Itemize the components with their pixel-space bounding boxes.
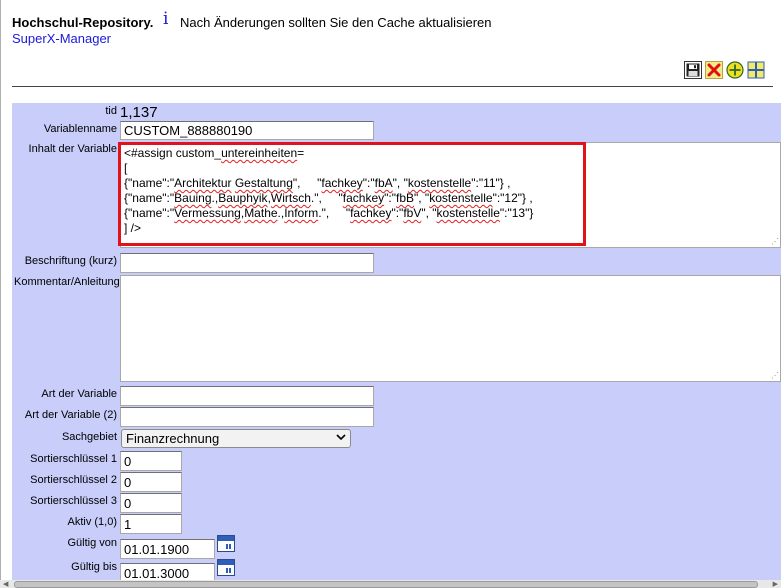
resize-grip-icon[interactable]: ⋰ <box>771 238 779 246</box>
scroll-right-icon[interactable]: ▶ <box>773 580 778 588</box>
comment-label: Kommentar/Anleitung <box>14 276 120 288</box>
varname-label: Variablenname <box>43 123 117 135</box>
varname-input[interactable] <box>120 121 374 140</box>
area-select-value: Finanzrechnung <box>126 431 220 446</box>
calendar-icon[interactable] <box>217 535 235 552</box>
sort2-input[interactable] <box>120 472 182 492</box>
cache-notice: Nach Änderungen sollten Sie den Cache ak… <box>180 15 492 30</box>
delete-icon <box>707 63 721 77</box>
sort1-label: Sortierschlüssel 1 <box>30 453 117 465</box>
add-icon <box>726 61 744 79</box>
caption-input[interactable] <box>120 253 374 273</box>
tid-label: tid <box>105 105 117 117</box>
superx-manager-link[interactable]: SuperX-Manager <box>12 31 111 46</box>
tid-value: 1,137 <box>120 104 158 121</box>
page-left-border <box>0 0 1 588</box>
type-input[interactable] <box>120 386 374 406</box>
grid-icon <box>747 61 765 79</box>
type2-input[interactable] <box>120 407 374 427</box>
resize-grip-icon[interactable]: ⋰ <box>771 372 779 380</box>
add-button[interactable] <box>726 61 744 79</box>
type-label: Art der Variable <box>41 388 117 400</box>
toolbar <box>684 61 765 79</box>
type2-label: Art der Variable (2) <box>24 409 117 421</box>
grid-button[interactable] <box>747 61 765 79</box>
comment-textarea[interactable]: ⋰ <box>120 275 781 382</box>
sort1-input[interactable] <box>120 451 182 471</box>
sort2-label: Sortierschlüssel 2 <box>30 474 117 486</box>
delete-button[interactable] <box>705 61 723 79</box>
scrollbar-thumb[interactable] <box>14 581 758 588</box>
sort3-input[interactable] <box>120 493 182 513</box>
active-label: Aktiv (1,0) <box>67 516 117 528</box>
caption-label: Beschriftung (kurz) <box>24 255 117 267</box>
content-label: Inhalt der Variable <box>28 143 117 155</box>
scroll-left-icon[interactable]: ◀ <box>3 580 8 588</box>
save-icon <box>686 63 700 77</box>
calendar-icon[interactable] <box>217 559 235 576</box>
valid-to-label: Gültig bis <box>71 561 117 573</box>
valid-from-label: Gültig von <box>67 537 117 549</box>
horizontal-scrollbar[interactable]: ◀ ▶ <box>0 580 781 588</box>
header-divider <box>12 86 773 87</box>
active-input[interactable] <box>120 514 182 534</box>
valid-from-input[interactable] <box>120 539 215 559</box>
page-title: Hochschul-Repository. <box>12 15 154 30</box>
area-select[interactable]: Finanzrechnung <box>121 429 351 448</box>
sort3-label: Sortierschlüssel 3 <box>30 495 117 507</box>
info-icon[interactable]: i <box>163 9 168 29</box>
chevron-down-icon <box>336 432 346 444</box>
highlight-frame <box>118 142 586 246</box>
save-button[interactable] <box>684 61 702 79</box>
area-label: Sachgebiet <box>61 431 117 443</box>
